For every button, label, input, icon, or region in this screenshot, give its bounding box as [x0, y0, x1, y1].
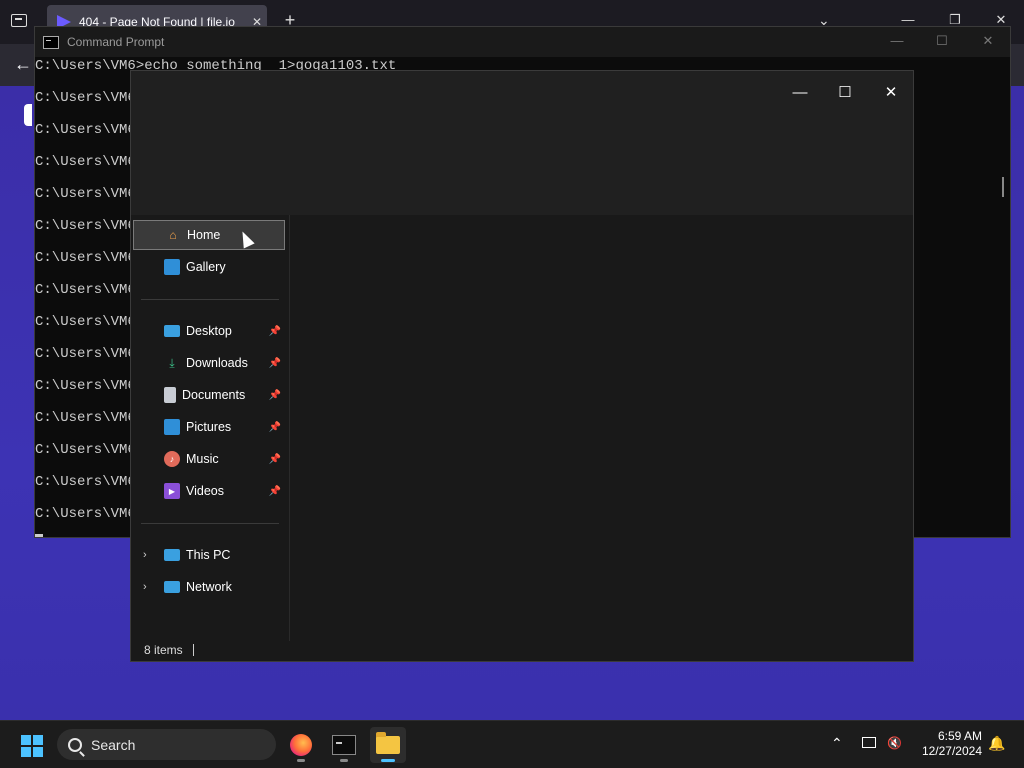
cmd-title-bar[interactable]: Command Prompt — ☐ ✕ [35, 27, 1010, 57]
notification-bell-icon[interactable]: 🔔 [988, 735, 1005, 752]
taskbar-firefox[interactable] [283, 727, 319, 763]
pin-icon: 📌 [268, 389, 282, 401]
cmd-maximize-button[interactable]: ☐ [931, 33, 953, 49]
nav-item-documents[interactable]: Documents 📌 [133, 380, 285, 410]
windows-start-icon[interactable] [21, 735, 43, 757]
firefox-icon [290, 734, 312, 756]
nav-item-label: Network [186, 580, 232, 594]
pin-icon: 📌 [268, 325, 282, 337]
cmd-app-icon [43, 35, 59, 49]
explorer-maximize-button[interactable]: ☐ [830, 77, 860, 107]
file-explorer-window[interactable]: — ☐ ✕ ⌂ Home Gallery Desktop 📌 ⤓ Downloa… [130, 70, 914, 662]
tab-list-icon[interactable] [11, 14, 27, 27]
nav-item-music[interactable]: ♪ Music 📌 [133, 444, 285, 474]
nav-item-pictures[interactable]: Pictures 📌 [133, 412, 285, 442]
volume-muted-icon[interactable]: 🔇 [887, 736, 902, 750]
nav-item-label: Videos [186, 484, 224, 498]
nav-item-this-pc[interactable]: › This PC [133, 540, 285, 570]
pictures-icon [164, 419, 180, 435]
show-hidden-icons-chevron-icon[interactable]: ⌃ [831, 735, 843, 752]
pin-icon: 📌 [268, 421, 282, 433]
navigation-pane[interactable]: ⌂ Home Gallery Desktop 📌 ⤓ Downloads 📌 D… [131, 215, 290, 641]
nav-item-label: Desktop [186, 324, 232, 338]
desktop-icon [164, 325, 180, 337]
explorer-close-button[interactable]: ✕ [876, 77, 906, 107]
nav-separator [141, 523, 279, 524]
taskbar: Search ⌃ 🔇 6:59 AM 12/27/2024 🔔 [0, 720, 1024, 768]
nav-item-desktop[interactable]: Desktop 📌 [133, 316, 285, 346]
nav-item-label: This PC [186, 548, 231, 562]
running-indicator [381, 759, 395, 762]
nav-item-label: Music [186, 452, 219, 466]
nav-item-label: Downloads [186, 356, 248, 370]
pin-icon: 📌 [268, 357, 282, 369]
expand-chevron-icon[interactable]: › [143, 581, 147, 593]
explorer-header-area: — ☐ ✕ [131, 71, 913, 215]
explorer-minimize-button[interactable]: — [785, 77, 815, 107]
status-divider [192, 644, 194, 656]
pin-icon: 📌 [268, 485, 282, 497]
nav-item-label: Gallery [186, 260, 226, 274]
nav-separator [141, 299, 279, 300]
nav-item-downloads[interactable]: ⤓ Downloads 📌 [133, 348, 285, 378]
network-icon [164, 581, 180, 593]
status-bar: 8 items [131, 639, 913, 661]
search-icon [68, 737, 82, 752]
back-arrow-icon[interactable]: ← [14, 54, 32, 75]
network-status-icon[interactable] [862, 737, 876, 748]
gallery-icon [164, 259, 180, 275]
nav-item-label: Home [187, 228, 221, 242]
cmd-minimize-button[interactable]: — [886, 33, 908, 48]
pin-icon: 📌 [268, 453, 282, 465]
cmd-window-title: Command Prompt [67, 35, 165, 49]
taskbar-terminal[interactable] [326, 727, 362, 763]
cmd-text-cursor [35, 534, 43, 537]
nav-item-home[interactable]: ⌂ Home [133, 220, 285, 250]
nav-item-videos[interactable]: ▶ Videos 📌 [133, 476, 285, 506]
expand-chevron-icon[interactable]: › [143, 549, 147, 561]
item-count: 8 items [144, 643, 183, 657]
browser-minimize-button[interactable]: — [898, 12, 918, 27]
nav-item-network[interactable]: › Network [133, 572, 285, 602]
system-clock[interactable]: 6:59 AM 12/27/2024 [914, 729, 982, 759]
nav-item-label: Pictures [186, 420, 232, 434]
videos-icon: ▶ [164, 483, 180, 499]
terminal-icon [332, 735, 356, 755]
cmd-close-button[interactable]: ✕ [977, 33, 999, 49]
document-icon [164, 387, 176, 403]
music-icon: ♪ [164, 451, 180, 467]
taskbar-search[interactable]: Search [57, 729, 276, 760]
folder-icon [376, 732, 400, 754]
clock-date: 12/27/2024 [921, 744, 982, 758]
search-label: Search [91, 736, 136, 753]
clock-time: 6:59 AM [937, 729, 982, 743]
nav-item-label: Documents [182, 388, 246, 402]
download-icon: ⤓ [169, 355, 175, 370]
page-element-edge [24, 104, 32, 126]
nav-item-gallery[interactable]: Gallery [133, 252, 285, 282]
taskbar-file-explorer[interactable] [370, 727, 406, 763]
file-list-pane[interactable] [290, 215, 913, 641]
running-indicator [297, 759, 305, 762]
cmd-scrollbar[interactable] [1002, 177, 1004, 197]
computer-icon [164, 549, 180, 561]
home-icon: ⌂ [169, 228, 177, 242]
running-indicator [340, 759, 348, 762]
